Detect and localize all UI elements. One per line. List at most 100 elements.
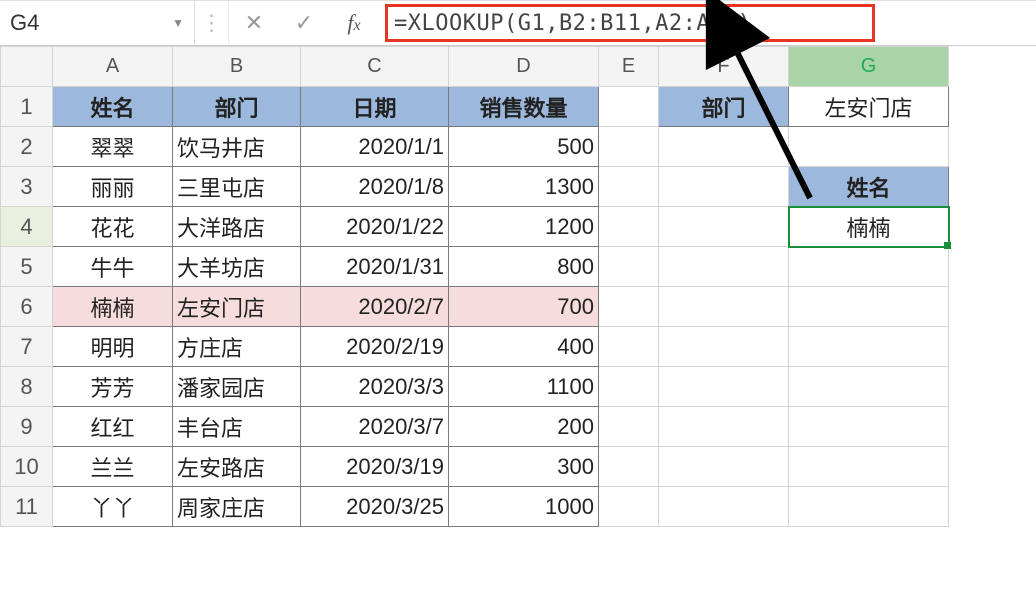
name-box[interactable]: G4 ▼ (0, 1, 195, 45)
cell-D8[interactable]: 1100 (449, 367, 599, 407)
row-header-9[interactable]: 9 (1, 407, 53, 447)
cell-D11[interactable]: 1000 (449, 487, 599, 527)
cell-G6[interactable] (789, 287, 949, 327)
row-header-8[interactable]: 8 (1, 367, 53, 407)
cell-A3[interactable]: 丽丽 (53, 167, 173, 207)
col-header-E[interactable]: E (599, 47, 659, 87)
cell-D5[interactable]: 800 (449, 247, 599, 287)
cell-F5[interactable] (659, 247, 789, 287)
row-header-3[interactable]: 3 (1, 167, 53, 207)
row-header-1[interactable]: 1 (1, 87, 53, 127)
col-header-G[interactable]: G (789, 47, 949, 87)
cell-E4[interactable] (599, 207, 659, 247)
cell-F7[interactable] (659, 327, 789, 367)
row-header-6[interactable]: 6 (1, 287, 53, 327)
row-header-10[interactable]: 10 (1, 447, 53, 487)
lookup-name-label[interactable]: 姓名 (789, 167, 949, 207)
cell-G8[interactable] (789, 367, 949, 407)
cell-A5[interactable]: 牛牛 (53, 247, 173, 287)
cell-D10[interactable]: 300 (449, 447, 599, 487)
col-header-C[interactable]: C (301, 47, 449, 87)
cell-E11[interactable] (599, 487, 659, 527)
cell-C8[interactable]: 2020/3/3 (301, 367, 449, 407)
cell-C2[interactable]: 2020/1/1 (301, 127, 449, 167)
cell-D7[interactable]: 400 (449, 327, 599, 367)
cell-D2[interactable]: 500 (449, 127, 599, 167)
cell-G11[interactable] (789, 487, 949, 527)
row-header-7[interactable]: 7 (1, 327, 53, 367)
cell-G5[interactable] (789, 247, 949, 287)
col-header-D[interactable]: D (449, 47, 599, 87)
cell-F8[interactable] (659, 367, 789, 407)
cell-F3[interactable] (659, 167, 789, 207)
name-box-dropdown-icon[interactable]: ▼ (172, 16, 184, 30)
cell-C11[interactable]: 2020/3/25 (301, 487, 449, 527)
cell-A6[interactable]: 楠楠 (53, 287, 173, 327)
header-date[interactable]: 日期 (301, 87, 449, 127)
cell-D4[interactable]: 1200 (449, 207, 599, 247)
cell-B10[interactable]: 左安路店 (173, 447, 301, 487)
cell-C9[interactable]: 2020/3/7 (301, 407, 449, 447)
formula-input[interactable]: =XLOOKUP(G1,B2:B11,A2:A11) (385, 4, 875, 42)
cell-C3[interactable]: 2020/1/8 (301, 167, 449, 207)
accept-formula-button[interactable]: ✓ (279, 1, 329, 45)
cell-G7[interactable] (789, 327, 949, 367)
cell-G9[interactable] (789, 407, 949, 447)
cell-A9[interactable]: 红红 (53, 407, 173, 447)
cell-E7[interactable] (599, 327, 659, 367)
row-header-2[interactable]: 2 (1, 127, 53, 167)
cell-B3[interactable]: 三里屯店 (173, 167, 301, 207)
cell-F9[interactable] (659, 407, 789, 447)
cell-E10[interactable] (599, 447, 659, 487)
select-all-corner[interactable] (1, 47, 53, 87)
cell-D6[interactable]: 700 (449, 287, 599, 327)
cell-D9[interactable]: 200 (449, 407, 599, 447)
cell-G10[interactable] (789, 447, 949, 487)
cell-A7[interactable]: 明明 (53, 327, 173, 367)
lookup-name-value[interactable]: 楠楠 (789, 207, 949, 247)
cell-E5[interactable] (599, 247, 659, 287)
cell-F11[interactable] (659, 487, 789, 527)
cell-E9[interactable] (599, 407, 659, 447)
lookup-dept-value[interactable]: 左安门店 (789, 87, 949, 127)
header-name[interactable]: 姓名 (53, 87, 173, 127)
cell-A8[interactable]: 芳芳 (53, 367, 173, 407)
cell-E2[interactable] (599, 127, 659, 167)
cell-B6[interactable]: 左安门店 (173, 287, 301, 327)
cell-E1[interactable] (599, 87, 659, 127)
cell-A11[interactable]: 丫丫 (53, 487, 173, 527)
cell-B4[interactable]: 大洋路店 (173, 207, 301, 247)
cell-B11[interactable]: 周家庄店 (173, 487, 301, 527)
cell-C4[interactable]: 2020/1/22 (301, 207, 449, 247)
cell-F6[interactable] (659, 287, 789, 327)
cell-B7[interactable]: 方庄店 (173, 327, 301, 367)
cell-F10[interactable] (659, 447, 789, 487)
cell-A2[interactable]: 翠翠 (53, 127, 173, 167)
col-header-A[interactable]: A (53, 47, 173, 87)
cell-B5[interactable]: 大羊坊店 (173, 247, 301, 287)
cell-E6[interactable] (599, 287, 659, 327)
cell-C7[interactable]: 2020/2/19 (301, 327, 449, 367)
cell-C5[interactable]: 2020/1/31 (301, 247, 449, 287)
cancel-formula-button[interactable]: ✕ (229, 1, 279, 45)
cell-C10[interactable]: 2020/3/19 (301, 447, 449, 487)
header-dept[interactable]: 部门 (173, 87, 301, 127)
cell-E8[interactable] (599, 367, 659, 407)
cell-A4[interactable]: 花花 (53, 207, 173, 247)
cell-D3[interactable]: 1300 (449, 167, 599, 207)
cell-F4[interactable] (659, 207, 789, 247)
col-header-F[interactable]: F (659, 47, 789, 87)
cell-G2[interactable] (789, 127, 949, 167)
col-header-B[interactable]: B (173, 47, 301, 87)
cell-E3[interactable] (599, 167, 659, 207)
fx-button[interactable]: fx (329, 1, 379, 45)
row-header-4[interactable]: 4 (1, 207, 53, 247)
cell-A10[interactable]: 兰兰 (53, 447, 173, 487)
cell-B8[interactable]: 潘家园店 (173, 367, 301, 407)
cell-B9[interactable]: 丰台店 (173, 407, 301, 447)
header-qty[interactable]: 销售数量 (449, 87, 599, 127)
cell-C6[interactable]: 2020/2/7 (301, 287, 449, 327)
spreadsheet-grid[interactable]: A B C D E F G 1 姓名 部门 日期 销售数量 部门 左安门店 2 … (0, 46, 949, 527)
cell-F2[interactable] (659, 127, 789, 167)
row-header-11[interactable]: 11 (1, 487, 53, 527)
